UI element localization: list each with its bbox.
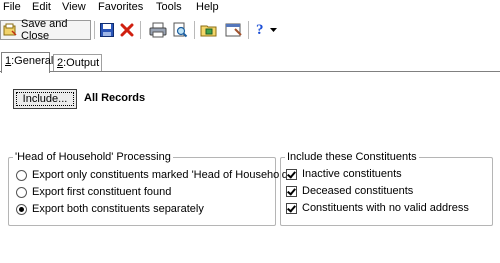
radio-label: Export only constituents marked 'Head of… [32, 169, 290, 181]
radio-button[interactable] [16, 169, 27, 181]
save-button[interactable] [99, 20, 115, 40]
tab-output[interactable]: 2:Output [53, 54, 102, 72]
radio-export-first-found[interactable]: Export first constituent found [16, 186, 171, 198]
tab-output-label: :Output [63, 57, 100, 69]
toolbar-separator [248, 21, 249, 39]
tab-general[interactable]: 1:General [1, 52, 54, 73]
dropdown-arrow-icon [270, 27, 277, 33]
menu-help[interactable]: Help [196, 1, 219, 13]
radio-button-selected[interactable] [16, 203, 27, 215]
checkbox-label: Deceased constituents [302, 185, 414, 197]
checkbox[interactable] [286, 185, 297, 197]
menu-edit[interactable]: Edit [32, 1, 51, 13]
delete-icon [119, 22, 135, 38]
checkbox-deceased[interactable]: Deceased constituents [286, 185, 413, 197]
checkbox-label: Constituents with no valid address [302, 202, 469, 214]
save-close-icon [3, 23, 17, 37]
print-button[interactable] [149, 20, 167, 40]
open-button[interactable] [200, 20, 218, 40]
print-preview-button[interactable] [172, 20, 188, 40]
checkbox-label: Inactive constituents [302, 168, 402, 180]
radio-export-both[interactable]: Export both constituents separately [16, 203, 204, 215]
menu-favorites[interactable]: Favorites [98, 1, 143, 13]
include-value: All Records [84, 92, 146, 104]
radio-button[interactable] [16, 186, 27, 198]
head-of-household-legend: 'Head of Household' Processing [15, 151, 171, 163]
checkbox-no-valid-address[interactable]: Constituents with no valid address [286, 202, 469, 214]
save-icon [99, 22, 115, 38]
help-dropdown-button[interactable] [270, 20, 277, 40]
print-preview-icon [172, 22, 188, 38]
print-icon [149, 22, 167, 38]
radio-label: Export both constituents separately [32, 203, 204, 215]
menu-file[interactable]: File [3, 1, 21, 13]
toolbar-separator [194, 21, 195, 39]
open-icon [200, 22, 218, 38]
save-and-close-button[interactable]: Save and Close [0, 18, 91, 42]
tab-strip: 1:General 2:Output [0, 52, 500, 73]
tab-general-label: :General [11, 55, 54, 67]
delete-button[interactable] [119, 20, 135, 40]
properties-icon [225, 22, 243, 38]
toolbar-separator [94, 21, 95, 39]
radio-label: Export first constituent found [32, 186, 172, 198]
toolbar: Save and Close ? [0, 17, 500, 44]
menu-tools[interactable]: Tools [156, 1, 182, 13]
checkbox[interactable] [286, 202, 297, 214]
help-button[interactable]: ? [256, 20, 264, 40]
include-constituents-legend: Include these Constituents [287, 151, 417, 163]
checkbox[interactable] [286, 168, 297, 180]
radio-export-hoh-only[interactable]: Export only constituents marked 'Head of… [16, 169, 290, 181]
include-button[interactable]: Include... [13, 89, 77, 109]
properties-button[interactable] [225, 20, 243, 40]
menu-bar: File Edit View Favorites Tools Help [0, 0, 500, 16]
toolbar-separator [140, 21, 141, 39]
help-icon: ? [256, 21, 264, 38]
menu-view[interactable]: View [62, 1, 86, 13]
checkbox-inactive[interactable]: Inactive constituents [286, 168, 402, 180]
save-and-close-label: Save and Close [21, 18, 68, 42]
